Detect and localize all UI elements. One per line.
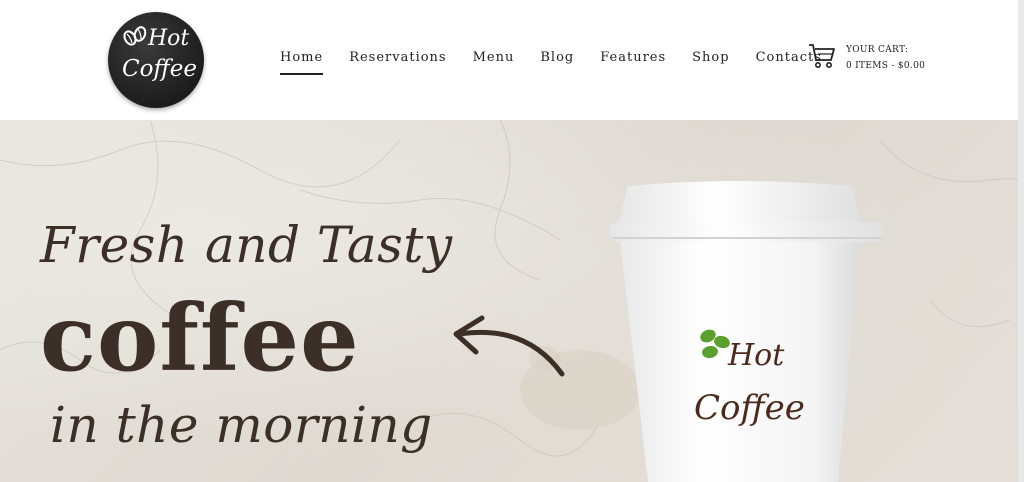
hero-line-fresh: Fresh and Tasty: [40, 216, 453, 274]
cart-summary: 0 ITEMS - $0.00: [846, 61, 926, 71]
shopping-cart-icon[interactable]: [808, 42, 836, 70]
arrow-left-icon: [453, 315, 565, 377]
page-scrollbar[interactable]: [1018, 0, 1024, 482]
nav-reservations[interactable]: Reservations: [349, 50, 446, 70]
main-nav: Home Reservations Menu Blog Features Sho…: [280, 50, 822, 75]
nav-home[interactable]: Home: [280, 50, 324, 75]
nav-menu[interactable]: Menu: [473, 50, 515, 70]
hero-section: Fresh and Tasty coffee in the morning Ho…: [0, 120, 1024, 482]
cup-brand-coffee: Coffee: [694, 388, 805, 428]
hero-line-coffee: coffee: [40, 284, 360, 392]
cart-widget[interactable]: YOUR CART: 0 ITEMS - $0.00: [808, 42, 948, 76]
hero-line-morning: in the morning: [50, 396, 433, 454]
nav-features[interactable]: Features: [600, 50, 666, 70]
cup-brand-hot: Hot: [728, 338, 785, 373]
cart-label: YOUR CART:: [846, 45, 909, 55]
nav-shop[interactable]: Shop: [692, 50, 729, 70]
site-header: Hot Coffee Home Reservations Menu Blog F…: [0, 0, 1024, 120]
nav-blog[interactable]: Blog: [540, 50, 574, 70]
site-logo[interactable]: Hot Coffee: [108, 12, 204, 108]
coffee-cup-image: [610, 181, 884, 482]
logo-text-hot: Hot: [148, 26, 190, 51]
logo-text-coffee: Coffee: [122, 56, 197, 82]
